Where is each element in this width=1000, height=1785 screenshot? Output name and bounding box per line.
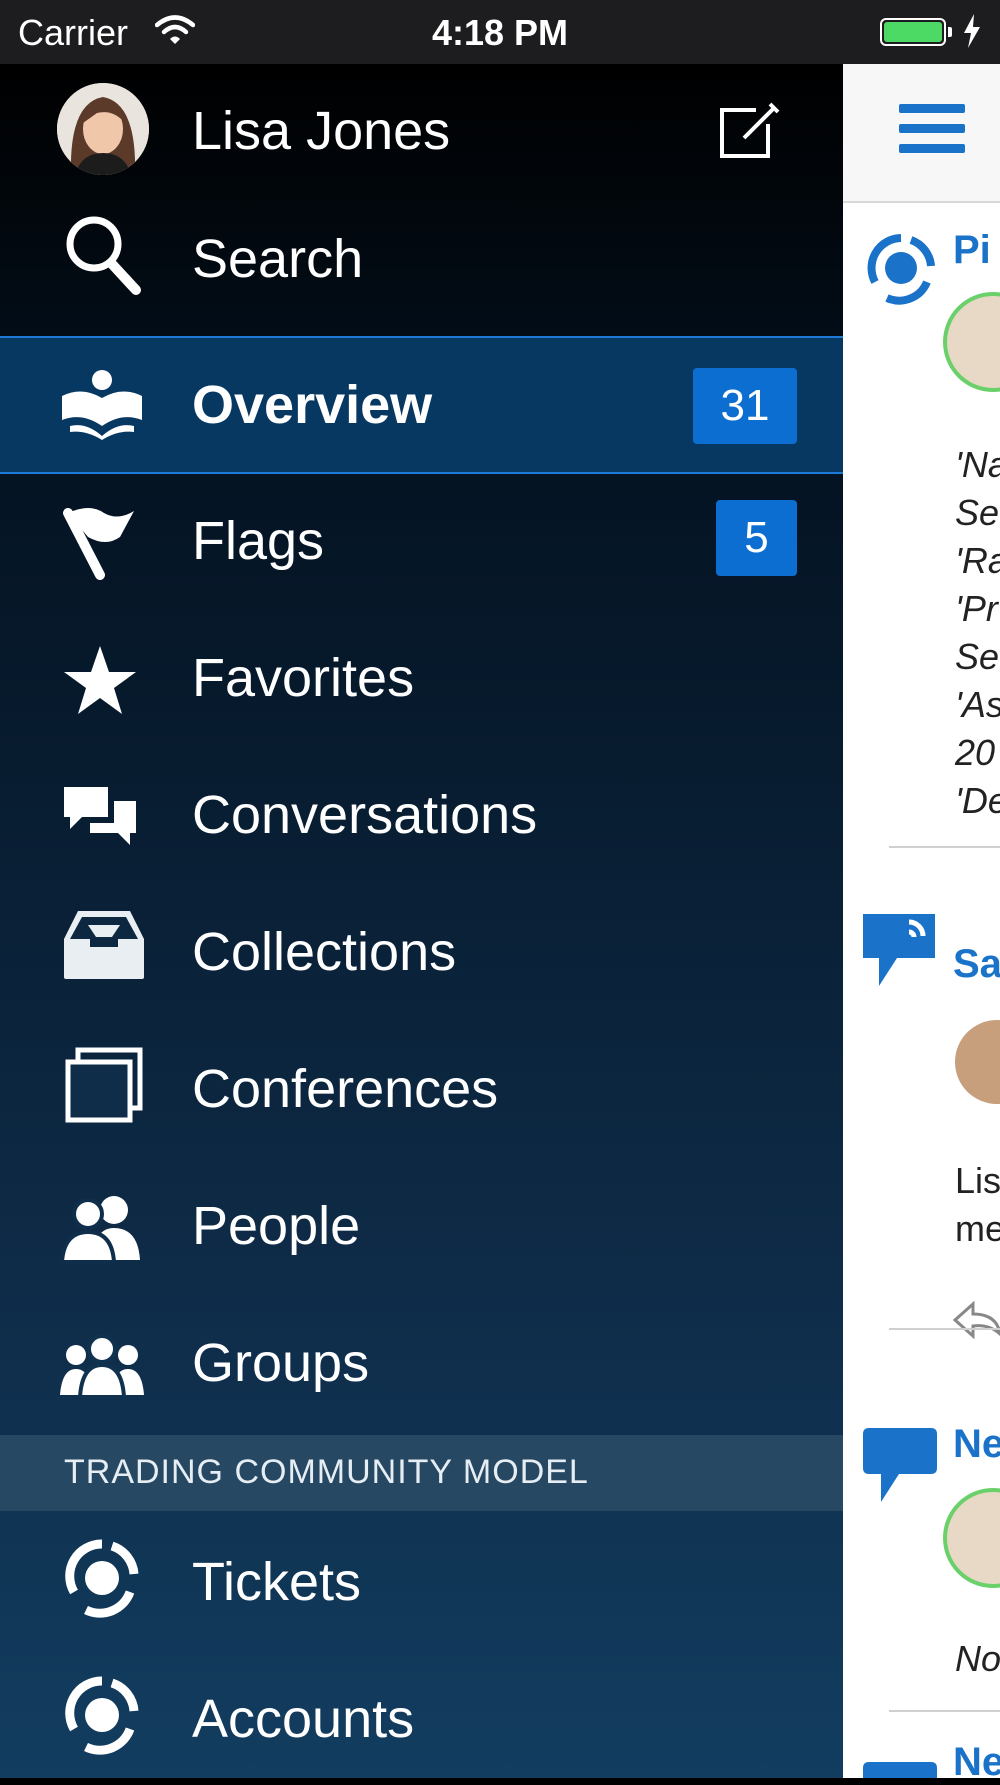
battery-tip <box>948 27 952 37</box>
inbox-tray-icon <box>62 909 146 986</box>
flags-count-badge: 5 <box>716 500 797 576</box>
avatar[interactable] <box>57 83 149 175</box>
conversations-icon <box>60 777 140 862</box>
compose-icon[interactable] <box>716 98 780 167</box>
star-icon <box>60 640 140 725</box>
nav-item-label: Tickets <box>192 1552 362 1612</box>
nav-item-conversations[interactable]: Conversations <box>0 744 843 881</box>
main-content-peek[interactable]: Pi 'Na Se 'Ra 'Pr Se 'As 20 'De Sa Lis m… <box>843 64 1000 1778</box>
nav-item-label: Flags <box>192 511 325 571</box>
nav-item-label: Conversations <box>192 785 538 845</box>
avatar[interactable] <box>943 292 1000 392</box>
divider <box>889 1328 1000 1330</box>
post-author[interactable]: Sa <box>953 942 1000 987</box>
status-bar: Carrier 4:18 PM <box>0 0 1000 64</box>
search-label: Search <box>192 229 364 289</box>
nav-item-favorites[interactable]: Favorites <box>0 607 843 744</box>
post-author[interactable]: Ne <box>953 1422 1000 1467</box>
reply-icon[interactable] <box>952 1300 1000 1345</box>
charging-icon <box>962 14 982 53</box>
comment-icon <box>861 1426 939 1511</box>
nav-item-overview[interactable]: Overview 31 <box>0 336 843 474</box>
nav-item-label: Favorites <box>192 648 415 708</box>
record-icon <box>863 230 939 311</box>
clock: 4:18 PM <box>431 12 569 53</box>
post-author[interactable]: Ne <box>953 1740 1000 1778</box>
post-text-line: Se <box>955 492 1000 533</box>
post-text-line: 20 <box>955 732 996 773</box>
nav-item-label: Overview <box>192 375 433 435</box>
post-text-line: 'Pr <box>955 588 998 629</box>
post-text-line: 'Ra <box>955 540 1000 581</box>
nav-item-label: Groups <box>192 1333 370 1393</box>
people-icon <box>59 1188 144 1273</box>
nav-item-people[interactable]: People <box>0 1155 843 1292</box>
nav-item-label: Accounts <box>192 1689 415 1749</box>
profile-row[interactable]: Lisa Jones <box>0 64 843 192</box>
nav-item-flags[interactable]: Flags 5 <box>0 470 843 607</box>
overview-count-badge: 31 <box>693 368 797 444</box>
user-name: Lisa Jones <box>192 101 451 161</box>
post-text-line: me <box>955 1208 1000 1249</box>
content-header <box>843 64 1000 203</box>
nav-item-label: Conferences <box>192 1059 499 1119</box>
search-row[interactable]: Search <box>0 192 843 332</box>
flag-icon <box>60 503 140 588</box>
post-text-line: 'De <box>955 780 1000 821</box>
nav-item-accounts[interactable]: Accounts <box>0 1648 843 1785</box>
comment-icon <box>861 910 939 995</box>
search-icon <box>60 210 144 305</box>
post-text-line: Se <box>955 636 1000 677</box>
post-text-line: No <box>955 1638 1000 1679</box>
nav-item-label: People <box>192 1196 361 1256</box>
tickets-icon <box>60 1536 144 1625</box>
post-text-line: 'As <box>955 684 1000 725</box>
avatar[interactable] <box>955 1020 1000 1104</box>
post-text-line: Lis <box>955 1160 1000 1201</box>
comment-icon <box>861 1760 939 1778</box>
nav-item-conferences[interactable]: Conferences <box>0 1018 843 1155</box>
overview-icon <box>60 368 144 445</box>
nav-item-tickets[interactable]: Tickets <box>0 1511 843 1648</box>
nav-item-collections[interactable]: Collections <box>0 881 843 1018</box>
navigation-drawer: Lisa Jones Search Overview 31 Flags 5 Fa… <box>0 64 843 1778</box>
avatar[interactable] <box>943 1488 1000 1588</box>
divider <box>889 1710 1000 1712</box>
battery-icon <box>880 18 946 46</box>
post-author[interactable]: Pi <box>953 228 991 273</box>
conferences-icon <box>64 1046 144 1131</box>
accounts-icon <box>60 1673 144 1762</box>
section-header-label: TRADING COMMUNITY MODEL <box>64 1453 589 1491</box>
section-header: TRADING COMMUNITY MODEL <box>0 1435 843 1511</box>
nav-item-groups[interactable]: Groups <box>0 1292 843 1429</box>
groups-icon <box>60 1325 144 1410</box>
menu-icon[interactable] <box>899 104 965 159</box>
divider <box>889 846 1000 848</box>
post-text-line: 'Na <box>955 444 1000 485</box>
nav-item-label: Collections <box>192 922 457 982</box>
